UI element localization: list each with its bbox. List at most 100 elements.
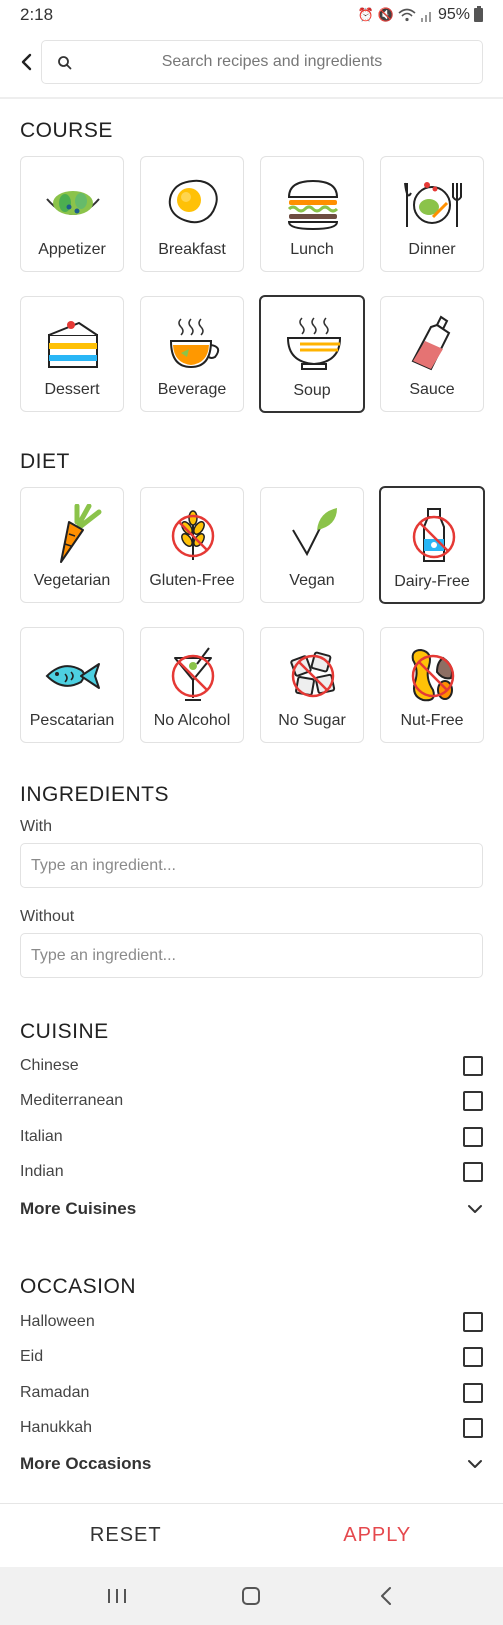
option-label: Halloween — [20, 1313, 95, 1330]
option-label: Chinese — [20, 1057, 79, 1074]
more-cuisines-button[interactable]: More Cuisines — [20, 1194, 483, 1224]
occasion-option-ramadan[interactable]: Ramadan — [20, 1379, 483, 1407]
checkbox[interactable] — [463, 1162, 483, 1182]
wifi-icon — [398, 8, 416, 22]
without-label: Without — [20, 908, 75, 925]
chevron-down-icon — [468, 1460, 482, 1468]
chevron-down-icon — [468, 1205, 482, 1213]
diet-tile-gluten-free[interactable]: Gluten-Free — [140, 487, 244, 603]
tile-label: Sauce — [409, 381, 455, 398]
checkbox[interactable] — [463, 1127, 483, 1147]
more-occasions-button[interactable]: More Occasions — [20, 1449, 483, 1479]
no-nuts-icon — [411, 648, 455, 702]
checkbox[interactable] — [463, 1056, 483, 1076]
tile-label: Gluten-Free — [149, 572, 235, 589]
checkbox[interactable] — [463, 1091, 483, 1111]
alarm-icon: ⏰ — [357, 7, 374, 22]
diet-tile-dairy-free[interactable]: Dairy-Free — [379, 486, 485, 604]
tile-label: Vegan — [289, 572, 335, 589]
course-tile-soup[interactable]: Soup — [259, 295, 365, 413]
sauce-bottle-icon — [411, 315, 451, 371]
cuisine-option-italian[interactable]: Italian — [20, 1123, 483, 1151]
chevron-left-icon — [21, 53, 32, 71]
tea-cup-icon — [169, 318, 220, 369]
diet-tile-vegan[interactable]: Vegan — [260, 487, 364, 603]
occasion-title: OCCASION — [20, 1275, 137, 1298]
diet-tile-nut-free[interactable]: Nut-Free — [380, 627, 484, 743]
ingredients-title: INGREDIENTS — [20, 783, 170, 806]
battery-percent: 95% — [437, 6, 470, 23]
reset-button[interactable]: RESET — [0, 1504, 252, 1566]
recent-apps-button[interactable] — [97, 1576, 137, 1616]
bottom-actions: RESET APPLY — [0, 1504, 503, 1566]
no-sugar-cubes-icon — [290, 651, 336, 698]
course-title: COURSE — [20, 119, 113, 142]
diet-tile-pescatarian[interactable]: Pescatarian — [20, 627, 124, 743]
tile-label: No Sugar — [278, 712, 346, 729]
back-arrow-icon — [380, 1587, 391, 1605]
course-tile-breakfast[interactable]: Breakfast — [140, 156, 244, 272]
back-button[interactable] — [12, 46, 40, 78]
with-label: With — [20, 818, 52, 835]
course-tile-sauce[interactable]: Sauce — [380, 296, 484, 412]
option-label: Eid — [20, 1348, 44, 1365]
course-tile-dinner[interactable]: Dinner — [380, 156, 484, 272]
course-tile-appetizer[interactable]: Appetizer — [20, 156, 124, 272]
checkbox[interactable] — [463, 1383, 483, 1403]
checkbox[interactable] — [463, 1347, 483, 1367]
tile-label: Vegetarian — [33, 572, 111, 589]
without-ingredient-field[interactable] — [20, 933, 483, 978]
checkbox[interactable] — [463, 1418, 483, 1438]
vegan-leaf-icon — [292, 508, 337, 557]
option-label: Ramadan — [20, 1384, 90, 1401]
search-input[interactable] — [42, 41, 482, 83]
without-ingredient-input[interactable] — [21, 934, 482, 977]
no-cocktail-icon — [171, 647, 215, 701]
option-label: Italian — [20, 1128, 63, 1145]
cuisine-option-indian[interactable]: Indian — [20, 1158, 483, 1186]
cuisine-option-mediterranean[interactable]: Mediterranean — [20, 1087, 483, 1115]
dinner-plate-icon — [404, 182, 462, 227]
option-label: Hanukkah — [20, 1419, 93, 1436]
system-nav-bar — [0, 1567, 503, 1625]
top-divider — [0, 97, 503, 99]
with-ingredient-input[interactable] — [21, 844, 482, 887]
cake-slice-icon — [48, 321, 98, 368]
system-back-button[interactable] — [366, 1576, 406, 1616]
cuisine-option-chinese[interactable]: Chinese — [20, 1052, 483, 1080]
recent-apps-icon — [108, 1589, 127, 1603]
apply-button[interactable]: APPLY — [251, 1504, 503, 1566]
with-ingredient-field[interactable] — [20, 843, 483, 888]
occasion-option-halloween[interactable]: Halloween — [20, 1308, 483, 1336]
no-wheat-icon — [171, 510, 215, 560]
status-time: 2:18 — [20, 5, 54, 24]
home-icon — [242, 1587, 261, 1605]
course-tile-beverage[interactable]: Beverage — [140, 296, 244, 412]
option-label: Indian — [20, 1163, 64, 1180]
home-button[interactable] — [231, 1576, 271, 1616]
fried-egg-icon — [168, 179, 218, 224]
more-cuisines-label: More Cuisines — [20, 1199, 137, 1218]
diet-tile-no-alcohol[interactable]: No Alcohol — [140, 627, 244, 743]
search-box[interactable] — [41, 40, 483, 84]
diet-tile-no-sugar[interactable]: No Sugar — [260, 627, 364, 743]
occasion-option-eid[interactable]: Eid — [20, 1343, 483, 1371]
occasion-option-hanukkah[interactable]: Hanukkah — [20, 1414, 483, 1442]
salad-bowl-icon — [46, 191, 100, 215]
status-bar: 2:18 ⏰ 🔇 95% — [0, 0, 503, 30]
tile-label: Dairy-Free — [394, 573, 470, 590]
course-tile-dessert[interactable]: Dessert — [20, 296, 124, 412]
tile-label: No Alcohol — [153, 712, 231, 729]
carrot-icon — [60, 504, 102, 563]
diet-tile-vegetarian[interactable]: Vegetarian — [20, 487, 124, 603]
course-tile-lunch[interactable]: Lunch — [260, 156, 364, 272]
checkbox[interactable] — [463, 1312, 483, 1332]
tile-label: Dinner — [408, 241, 456, 258]
tile-label: Soup — [293, 382, 331, 399]
mute-icon: 🔇 — [377, 7, 394, 22]
burger-icon — [287, 179, 339, 231]
search-icon — [58, 56, 72, 70]
fish-icon — [45, 663, 100, 689]
status-icons: ⏰ 🔇 95% — [358, 6, 483, 24]
tile-label: Lunch — [290, 241, 334, 258]
